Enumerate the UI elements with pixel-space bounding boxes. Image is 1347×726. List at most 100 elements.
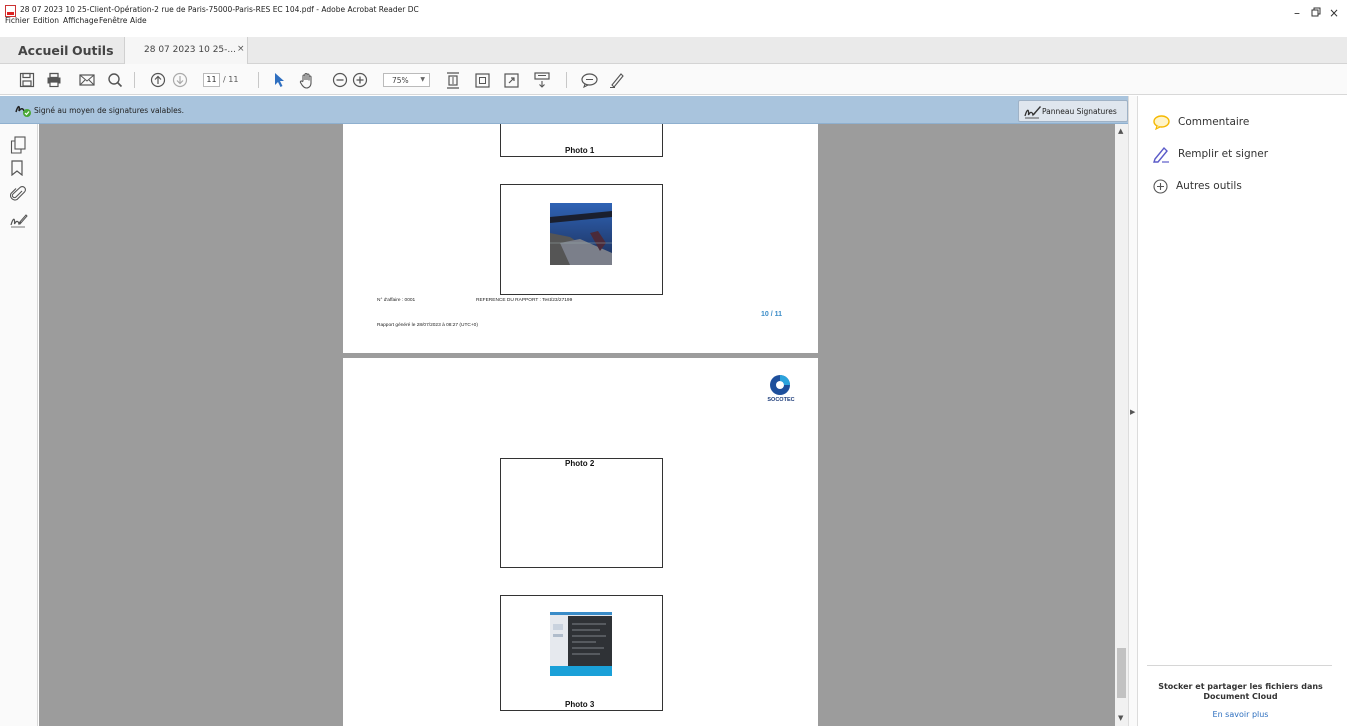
signatures-nav-button[interactable] xyxy=(10,212,28,230)
fit-page-icon xyxy=(447,71,459,89)
select-tool-button[interactable] xyxy=(271,71,287,89)
toolbar-separator xyxy=(258,72,259,88)
vertical-scrollbar[interactable]: ▲ ▼ xyxy=(1115,124,1128,726)
scroll-down-icon[interactable]: ▼ xyxy=(1118,714,1123,722)
add-circle-icon xyxy=(1153,178,1168,194)
tool-commentaire[interactable]: Commentaire xyxy=(1153,113,1249,131)
pane-divider xyxy=(1147,665,1332,666)
attachments-button[interactable] xyxy=(10,186,28,204)
menu-edition[interactable]: Edition xyxy=(33,16,59,25)
photo-caption-3: Photo 3 xyxy=(565,700,595,709)
left-navigation-rail: ◀ xyxy=(0,124,45,726)
signature-panel-label: Panneau Signatures xyxy=(1042,107,1117,116)
scrollbar-thumb[interactable] xyxy=(1117,648,1126,698)
photo-screenshot-image xyxy=(550,612,612,676)
fullscreen-icon xyxy=(503,72,519,88)
save-button[interactable] xyxy=(18,71,36,89)
pages-icon xyxy=(10,136,26,154)
tool-label: Commentaire xyxy=(1178,116,1250,128)
page-total: / 11 xyxy=(223,75,239,84)
socotec-logo-mark xyxy=(770,375,790,395)
search-button[interactable] xyxy=(106,71,124,89)
right-panel-toggle-icon[interactable]: ▶ xyxy=(1130,408,1135,416)
zoom-in-icon xyxy=(352,72,368,88)
bookmark-icon xyxy=(11,160,23,177)
scroll-mode-button[interactable] xyxy=(534,71,550,89)
save-icon xyxy=(19,72,35,88)
photo-caption-2: Photo 2 xyxy=(565,459,595,468)
hand-tool-button[interactable] xyxy=(298,71,316,89)
menu-affichage[interactable]: Affichage xyxy=(63,16,98,25)
previous-page-button[interactable] xyxy=(149,71,167,89)
highlight-pen-button[interactable] xyxy=(608,71,626,89)
menu-aide[interactable]: Aide xyxy=(130,16,147,25)
tab-outils[interactable]: Outils xyxy=(72,43,114,58)
photo-frame-4 xyxy=(500,595,663,711)
fit-page-button[interactable] xyxy=(445,71,461,89)
print-button[interactable] xyxy=(45,71,63,89)
document-tab-label: 28 07 2023 10 25-... xyxy=(144,45,236,55)
email-icon xyxy=(79,74,95,86)
document-cloud-promo: Stocker et partager les fichiers dans Do… xyxy=(1158,682,1323,701)
hand-icon xyxy=(299,72,312,89)
socotec-logo: SOCOTEC xyxy=(761,374,801,414)
signature-icon xyxy=(10,214,28,228)
next-page-button[interactable] xyxy=(171,71,189,89)
learn-more-link[interactable]: En savoir plus xyxy=(1153,710,1328,719)
right-pane-splitter[interactable]: ▶ xyxy=(1128,96,1138,726)
fullscreen-button[interactable] xyxy=(503,71,519,89)
attachment-icon xyxy=(10,186,26,201)
page-number-input[interactable]: 11 xyxy=(203,73,220,87)
comment-icon xyxy=(580,72,598,88)
fill-sign-icon xyxy=(1153,146,1169,163)
menu-fichier[interactable]: Fichier xyxy=(5,16,30,25)
zoom-value: 75% xyxy=(392,76,409,85)
zoom-in-button[interactable] xyxy=(351,71,369,89)
close-tab-icon[interactable]: × xyxy=(237,44,245,54)
search-icon xyxy=(108,73,123,88)
toolbar-separator xyxy=(134,72,135,88)
toolbar-separator xyxy=(566,72,567,88)
highlight-pen-icon xyxy=(610,73,624,88)
report-generated-date: Rapport généré le 28/07/2023 à 08:27 (UT… xyxy=(377,323,478,328)
fit-width-icon xyxy=(474,72,490,88)
close-window-button[interactable]: × xyxy=(1322,6,1346,20)
comment-tool-button[interactable] xyxy=(580,71,598,89)
menu-fenetre[interactable]: Fenêtre xyxy=(99,16,127,25)
tab-accueil[interactable]: Accueil xyxy=(18,43,68,58)
chevron-down-icon: ▼ xyxy=(420,76,425,83)
socotec-logo-text: SOCOTEC xyxy=(767,397,795,403)
signature-pen-icon xyxy=(1024,106,1041,119)
print-icon xyxy=(47,72,61,88)
tab-bar: Accueil Outils 28 07 2023 10 25-... × xyxy=(0,37,1347,64)
scroll-up-icon[interactable]: ▲ xyxy=(1118,127,1123,135)
signature-status-text: Signé au moyen de signatures valables. xyxy=(34,106,185,115)
tool-remplir-et-signer[interactable]: Remplir et signer xyxy=(1153,145,1268,163)
title-bar: 28 07 2023 10 25-Client-Opération-2 rue … xyxy=(0,0,1347,26)
tool-label: Autres outils xyxy=(1176,180,1242,192)
zoom-select[interactable]: 75% ▼ xyxy=(383,73,430,87)
comment-tool-icon xyxy=(1153,114,1170,130)
pdf-page-11: SOCOTEC Photo 2 Photo 3 xyxy=(343,358,818,726)
fit-width-button[interactable] xyxy=(474,71,490,89)
document-viewport[interactable]: Photo 1 N° d'affaire : 0001 REFERENCE DU… xyxy=(39,124,1115,726)
signature-panel-button[interactable]: Panneau Signatures xyxy=(1018,100,1128,122)
page-down-icon xyxy=(172,72,188,88)
zoom-out-button[interactable] xyxy=(331,71,349,89)
tab-document[interactable]: 28 07 2023 10 25-... × xyxy=(124,37,248,64)
signature-valid-icon xyxy=(15,105,31,117)
photo-frame-3 xyxy=(500,458,663,568)
signature-status-bar: Signé au moyen de signatures valables. xyxy=(0,96,1128,124)
tool-autres-outils[interactable]: Autres outils xyxy=(1153,177,1242,195)
photo-frame-2 xyxy=(500,184,663,295)
bookmarks-button[interactable] xyxy=(10,160,28,178)
select-arrow-icon xyxy=(275,73,284,87)
page-thumbnails-button[interactable] xyxy=(10,136,28,154)
zoom-out-icon xyxy=(332,72,348,88)
page-up-icon xyxy=(150,72,166,88)
page-footer-number: 10 / 11 xyxy=(761,311,783,318)
scroll-mode-icon xyxy=(534,72,550,88)
email-button[interactable] xyxy=(78,71,96,89)
main-toolbar: 11 / 11 75% ▼ xyxy=(0,64,1347,95)
tools-pane: Commentaire Remplir et signer Autres out… xyxy=(1139,96,1347,726)
